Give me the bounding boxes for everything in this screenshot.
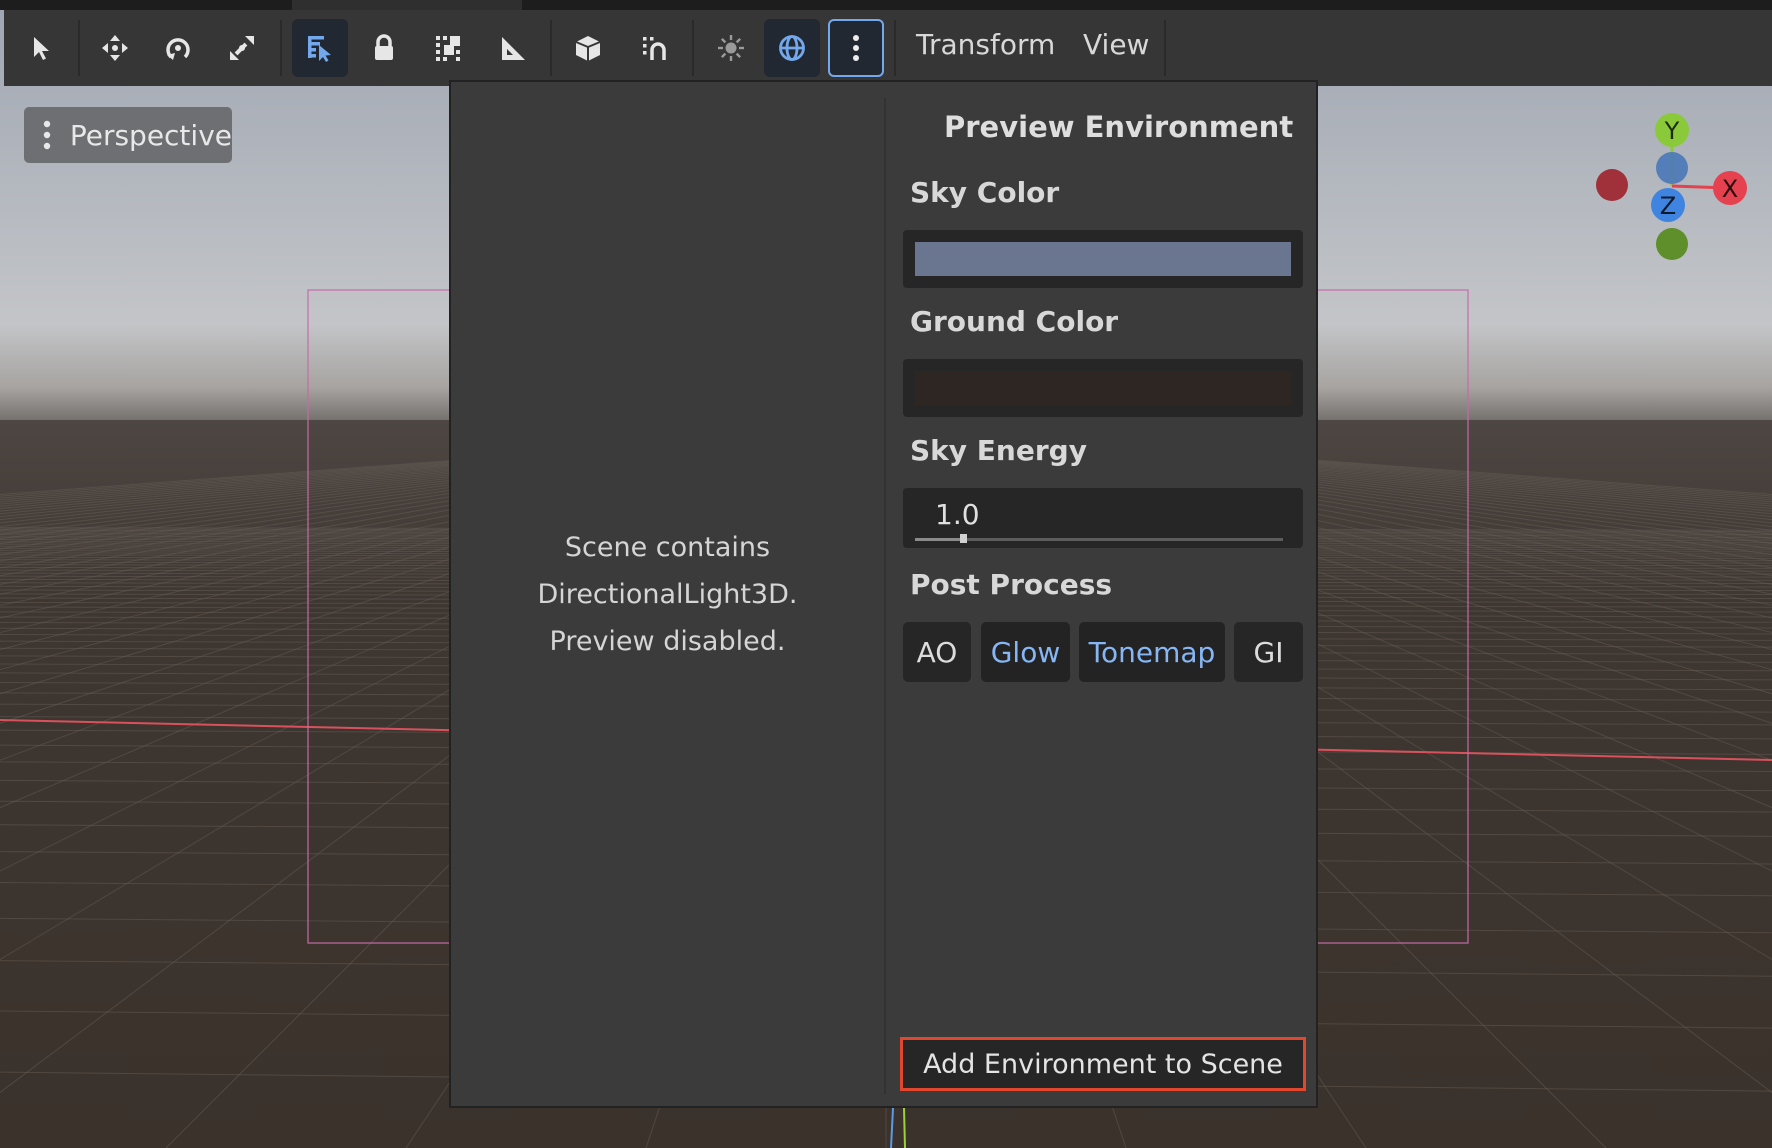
preview-message-line: Preview disabled.: [549, 626, 786, 657]
ground-color-label: Ground Color: [910, 305, 1119, 338]
toolbar-separator: [692, 20, 694, 76]
scale-icon: [230, 36, 254, 60]
preview-environment-toggle[interactable]: [764, 19, 820, 77]
select-tool-button[interactable]: [14, 19, 70, 77]
editor-tab-strip: [0, 0, 1772, 10]
viewport-toolbar: Transform View: [4, 10, 1772, 86]
negative-x-handle[interactable]: [1596, 169, 1628, 201]
cube-icon: [575, 36, 601, 61]
toolbar-separator: [550, 20, 552, 76]
preview-environment-popup: Scene contains DirectionalLight3D. Previ…: [449, 80, 1318, 1108]
transform-menu[interactable]: Transform: [916, 28, 1055, 61]
negative-y-handle[interactable]: [1656, 228, 1688, 260]
gi-toggle-button[interactable]: GI: [1234, 622, 1303, 682]
group-tool-button[interactable]: [420, 19, 476, 77]
x-axis-handle[interactable]: X: [1713, 171, 1747, 205]
ruler-icon: [502, 37, 525, 60]
sun-icon: [718, 35, 744, 61]
active-tab-marker: [292, 0, 522, 10]
sky-energy-slider[interactable]: 1.0: [903, 488, 1303, 548]
svg-text:Y: Y: [1664, 117, 1680, 145]
preview-message-line: DirectionalLight3D.: [537, 579, 798, 610]
scale-tool-button[interactable]: [214, 19, 270, 77]
post-process-label: Post Process: [910, 568, 1113, 601]
kebab-menu-icon: [853, 35, 859, 61]
glow-toggle-button[interactable]: Glow: [981, 622, 1070, 682]
lock-icon: [375, 34, 393, 60]
move-arrows-icon: [102, 35, 128, 61]
z-axis-handle[interactable]: Z: [1651, 188, 1685, 222]
view-menu[interactable]: View: [1083, 28, 1149, 61]
magnet-icon: [643, 37, 666, 60]
ao-toggle-button[interactable]: AO: [903, 622, 971, 682]
group-icon: [436, 36, 460, 61]
perspective-label: Perspective: [69, 118, 232, 152]
sky-color-label: Sky Color: [910, 176, 1060, 209]
sky-energy-label: Sky Energy: [910, 434, 1087, 467]
svg-text:X: X: [1722, 175, 1738, 203]
preview-message-line: Scene contains: [564, 532, 771, 563]
preview-disabled-message: Scene contains DirectionalLight3D. Previ…: [451, 524, 884, 665]
rotate-tool-button[interactable]: [150, 19, 206, 77]
slider-track: [915, 538, 1283, 541]
toolbar-separator: [280, 20, 282, 76]
negative-z-handle[interactable]: [1656, 152, 1688, 184]
popup-divider: [884, 98, 886, 1094]
slider-grabber[interactable]: [959, 534, 967, 543]
snap-tool-button[interactable]: [626, 19, 682, 77]
y-axis-handle[interactable]: Y: [1655, 113, 1689, 147]
orientation-gizmo[interactable]: Y X Z: [1580, 110, 1760, 274]
lock-tool-button[interactable]: [356, 19, 412, 77]
globe-icon: [779, 35, 805, 61]
ground-color-picker[interactable]: [903, 359, 1303, 417]
cursor-arrow-icon: [34, 37, 49, 60]
toolbar-separator: [78, 20, 80, 76]
ground-color-swatch: [915, 371, 1291, 405]
sky-color-swatch: [915, 242, 1291, 276]
add-environment-to-scene-button[interactable]: Add Environment to Scene: [900, 1037, 1306, 1091]
kebab-menu-icon: [24, 119, 70, 151]
popup-title: Preview Environment: [944, 110, 1294, 144]
preview-sun-toggle[interactable]: [703, 19, 759, 77]
list-select-icon: [308, 36, 331, 62]
toolbar-separator: [894, 20, 896, 76]
slider-fill: [915, 538, 963, 541]
list-select-tool-button[interactable]: [292, 19, 348, 77]
perspective-menu-button[interactable]: Perspective: [24, 107, 232, 163]
rotate-icon: [166, 38, 190, 60]
toolbar-separator: [1164, 20, 1166, 76]
svg-text:Z: Z: [1660, 192, 1676, 220]
sky-color-picker[interactable]: [903, 230, 1303, 288]
ruler-tool-button[interactable]: [484, 19, 540, 77]
tonemap-toggle-button[interactable]: Tonemap: [1079, 622, 1225, 682]
local-space-tool-button[interactable]: [560, 19, 616, 77]
move-tool-button[interactable]: [87, 19, 143, 77]
sky-energy-value: 1.0: [935, 498, 980, 531]
environment-options-button[interactable]: [828, 19, 884, 77]
